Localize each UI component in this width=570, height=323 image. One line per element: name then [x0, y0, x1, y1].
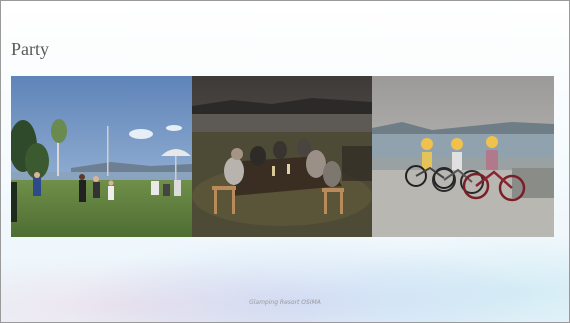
- footer-text: Glamping Resort OSIMA: [249, 299, 321, 306]
- slide: Party Glamping Resort OSIMA: [0, 0, 570, 323]
- slide-title: Party: [11, 39, 49, 59]
- photo-strip: [11, 76, 563, 237]
- lawn-party-photo: [11, 76, 192, 237]
- cycling-group-photo: [372, 76, 554, 237]
- night-dinner-photo: [192, 76, 372, 237]
